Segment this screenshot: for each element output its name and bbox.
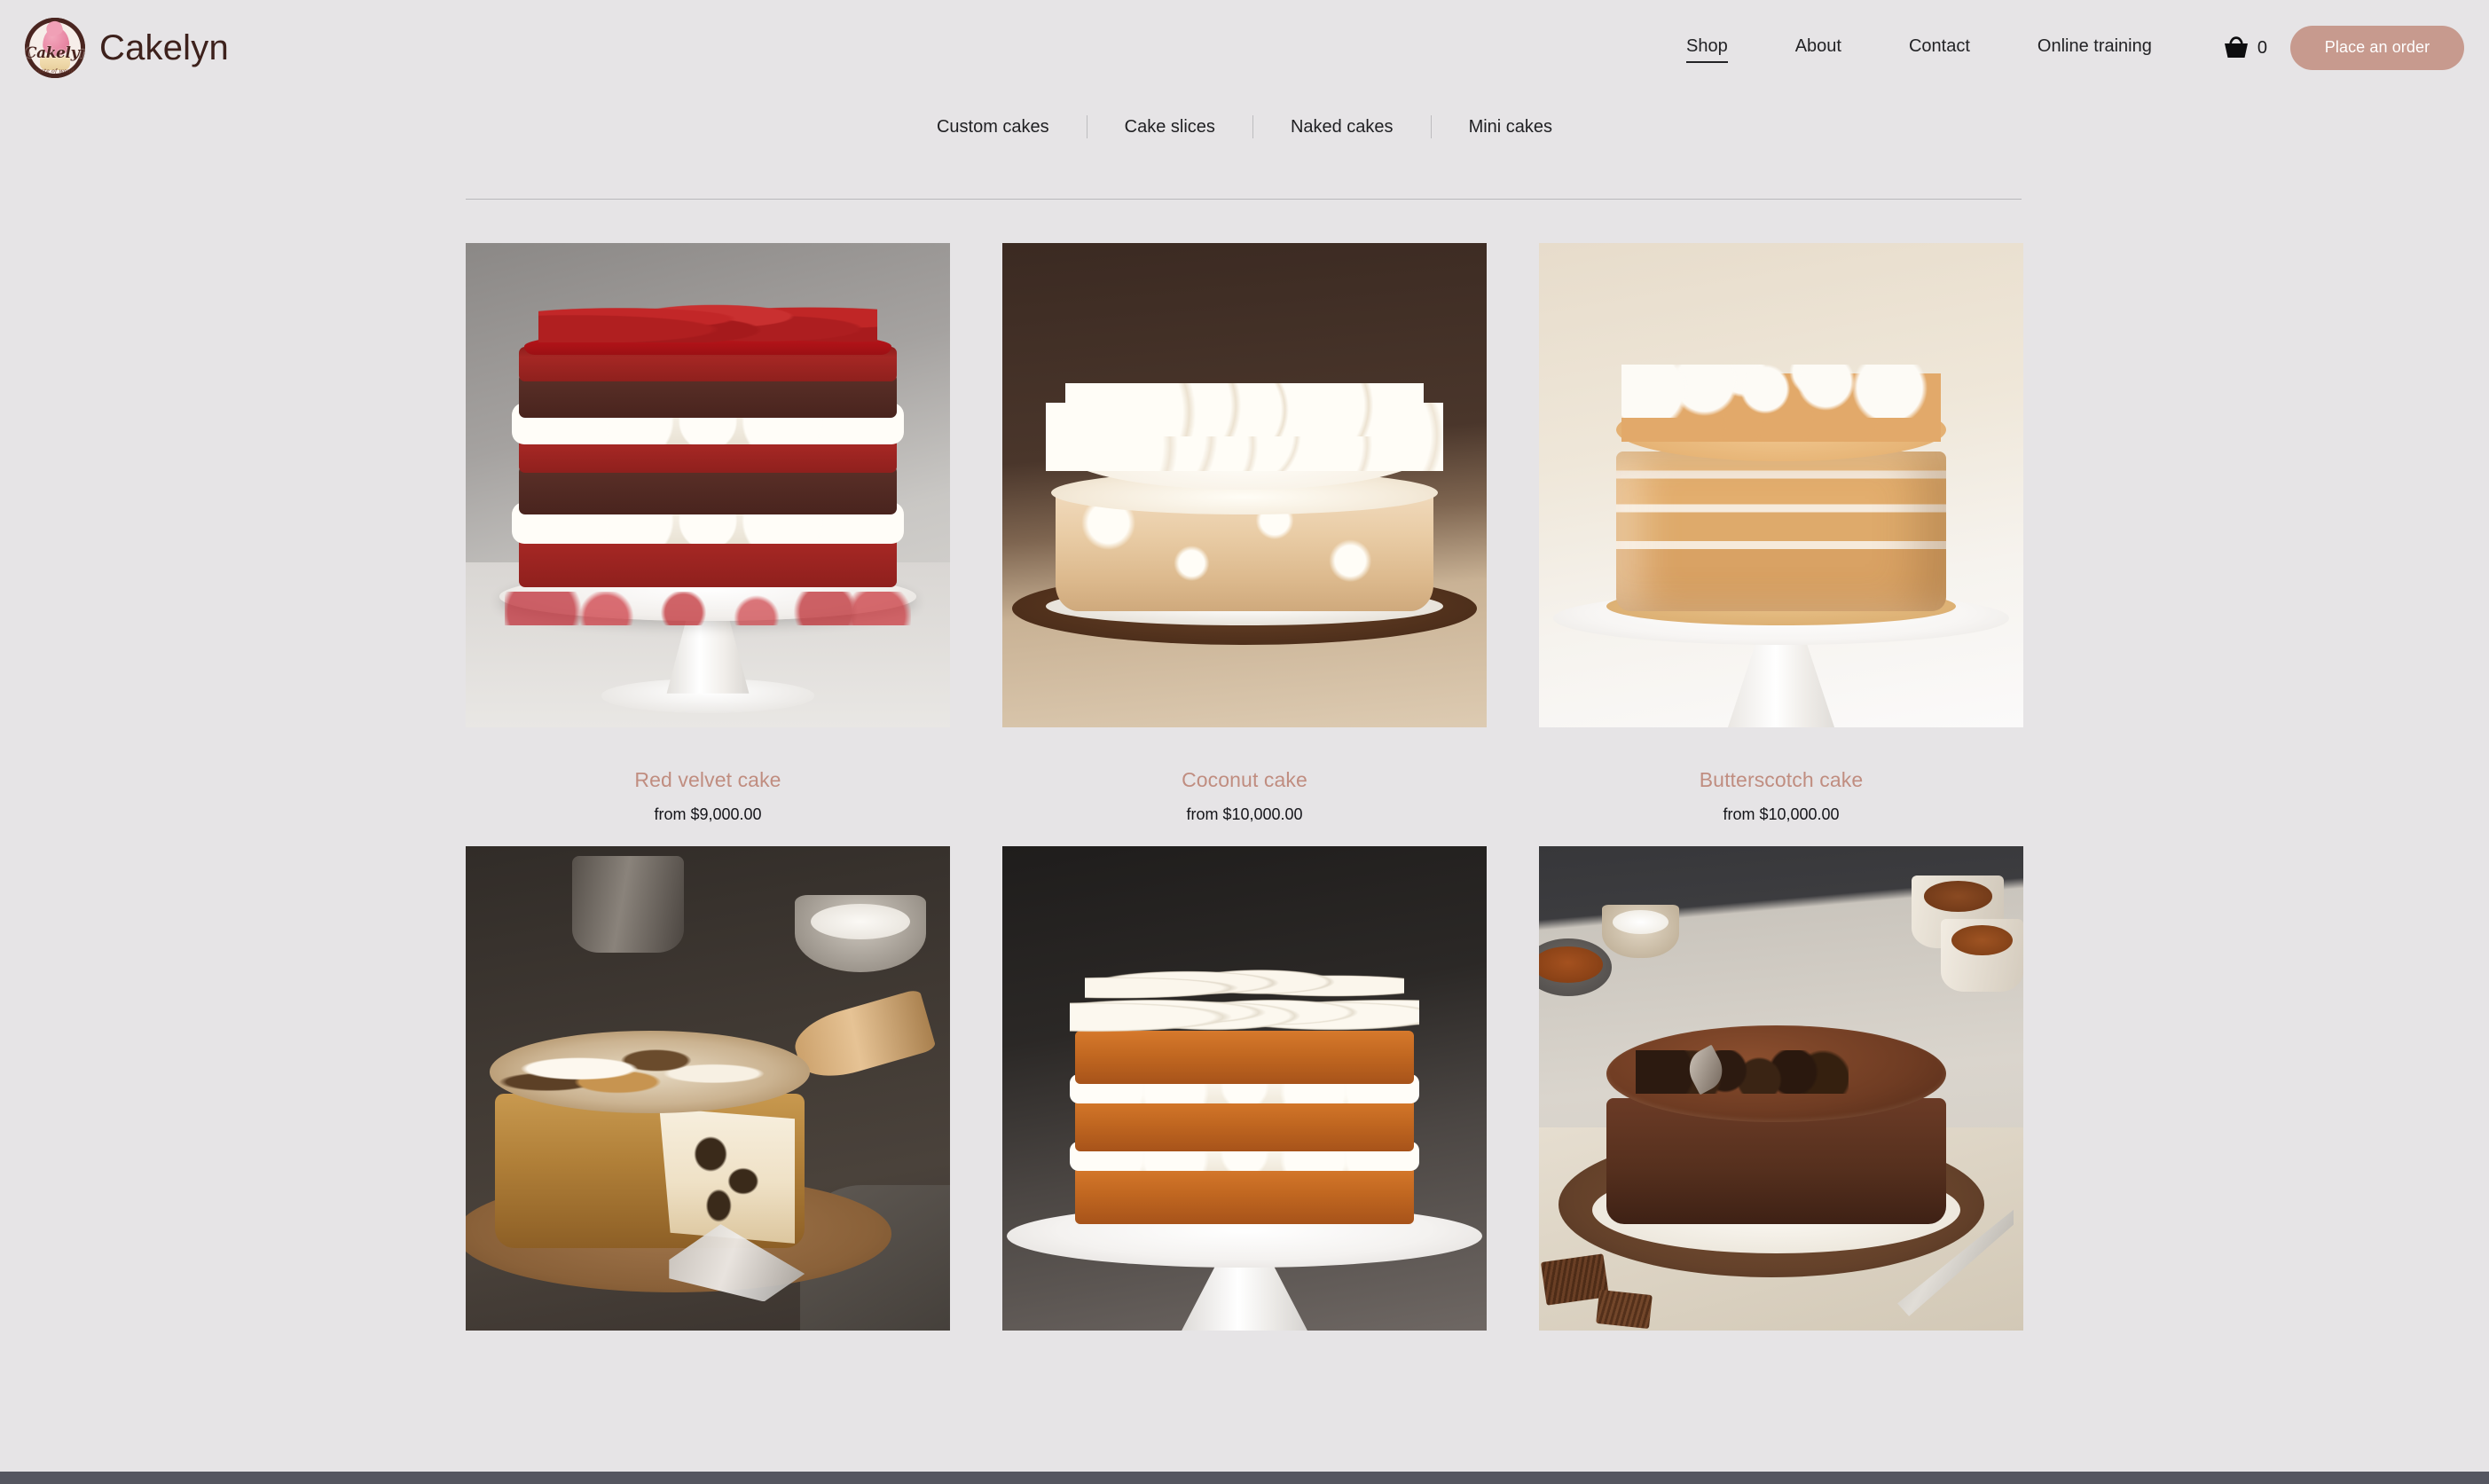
cakelyn-logo-icon: Cakelyn A taste of wonder <box>25 17 85 78</box>
primary-navigation: Shop About Contact Online training 0 Pla… <box>1653 25 2489 70</box>
product-price: from $10,000.00 <box>1186 805 1303 823</box>
cart-item-count: 0 <box>2257 37 2267 58</box>
product-image-coconut-cake[interactable] <box>1002 243 1487 727</box>
brand-logo-link[interactable]: Cakelyn A taste of wonder Cakelyn <box>25 17 229 78</box>
viewport-bottom-chrome-bar <box>0 1472 2489 1484</box>
nav-item-shop[interactable]: Shop <box>1685 31 1728 65</box>
product-image-butterscotch-cake[interactable] <box>1539 243 2023 727</box>
product-image-marble-swirl-cake[interactable] <box>466 846 950 1331</box>
content-divider <box>466 199 2022 200</box>
subnav-item-cake-slices[interactable]: Cake slices <box>1087 116 1252 137</box>
product-price: from $10,000.00 <box>1723 805 1840 823</box>
subnav-item-mini-cakes[interactable]: Mini cakes <box>1432 116 1590 137</box>
product-card[interactable] <box>1002 846 1487 1371</box>
logo-script-text: Cakelyn <box>25 44 85 63</box>
product-image-chocolate-cake[interactable] <box>1539 846 2023 1331</box>
brand-name: Cakelyn <box>99 27 229 67</box>
subnav-item-naked-cakes[interactable]: Naked cakes <box>1253 116 1431 137</box>
product-title: Butterscotch cake <box>1699 768 1864 791</box>
product-grid: Red velvet cake from $9,000.00 Coconut c… <box>466 243 2023 1394</box>
shopping-basket-icon <box>2224 35 2248 58</box>
place-an-order-button[interactable]: Place an order <box>2290 25 2464 70</box>
subnav-item-custom-cakes[interactable]: Custom cakes <box>899 116 1087 137</box>
product-title: Coconut cake <box>1182 768 1307 791</box>
logo-tagline-text: A taste of wonder <box>29 68 81 75</box>
nav-item-about[interactable]: About <box>1795 31 1841 65</box>
product-card[interactable] <box>1539 846 2023 1371</box>
product-title: Red velvet cake <box>634 768 781 791</box>
browser-viewport: Cakelyn A taste of wonder Cakelyn Shop A… <box>0 0 2489 1484</box>
category-subnav: Custom cakes Cake slices Naked cakes Min… <box>0 95 2489 159</box>
site-header: Cakelyn A taste of wonder Cakelyn Shop A… <box>0 0 2489 95</box>
cart-link[interactable]: 0 <box>2223 35 2267 59</box>
nav-item-online-training[interactable]: Online training <box>2038 31 2152 65</box>
product-card[interactable]: Butterscotch cake from $10,000.00 <box>1539 243 2023 824</box>
product-image-carrot-cake[interactable] <box>1002 846 1487 1331</box>
nav-item-contact[interactable]: Contact <box>1909 31 1970 65</box>
product-card[interactable] <box>466 846 950 1371</box>
product-price: from $9,000.00 <box>654 805 762 823</box>
product-card[interactable]: Red velvet cake from $9,000.00 <box>466 243 950 824</box>
product-card[interactable]: Coconut cake from $10,000.00 <box>1002 243 1487 824</box>
product-image-red-velvet-cake[interactable] <box>466 243 950 727</box>
